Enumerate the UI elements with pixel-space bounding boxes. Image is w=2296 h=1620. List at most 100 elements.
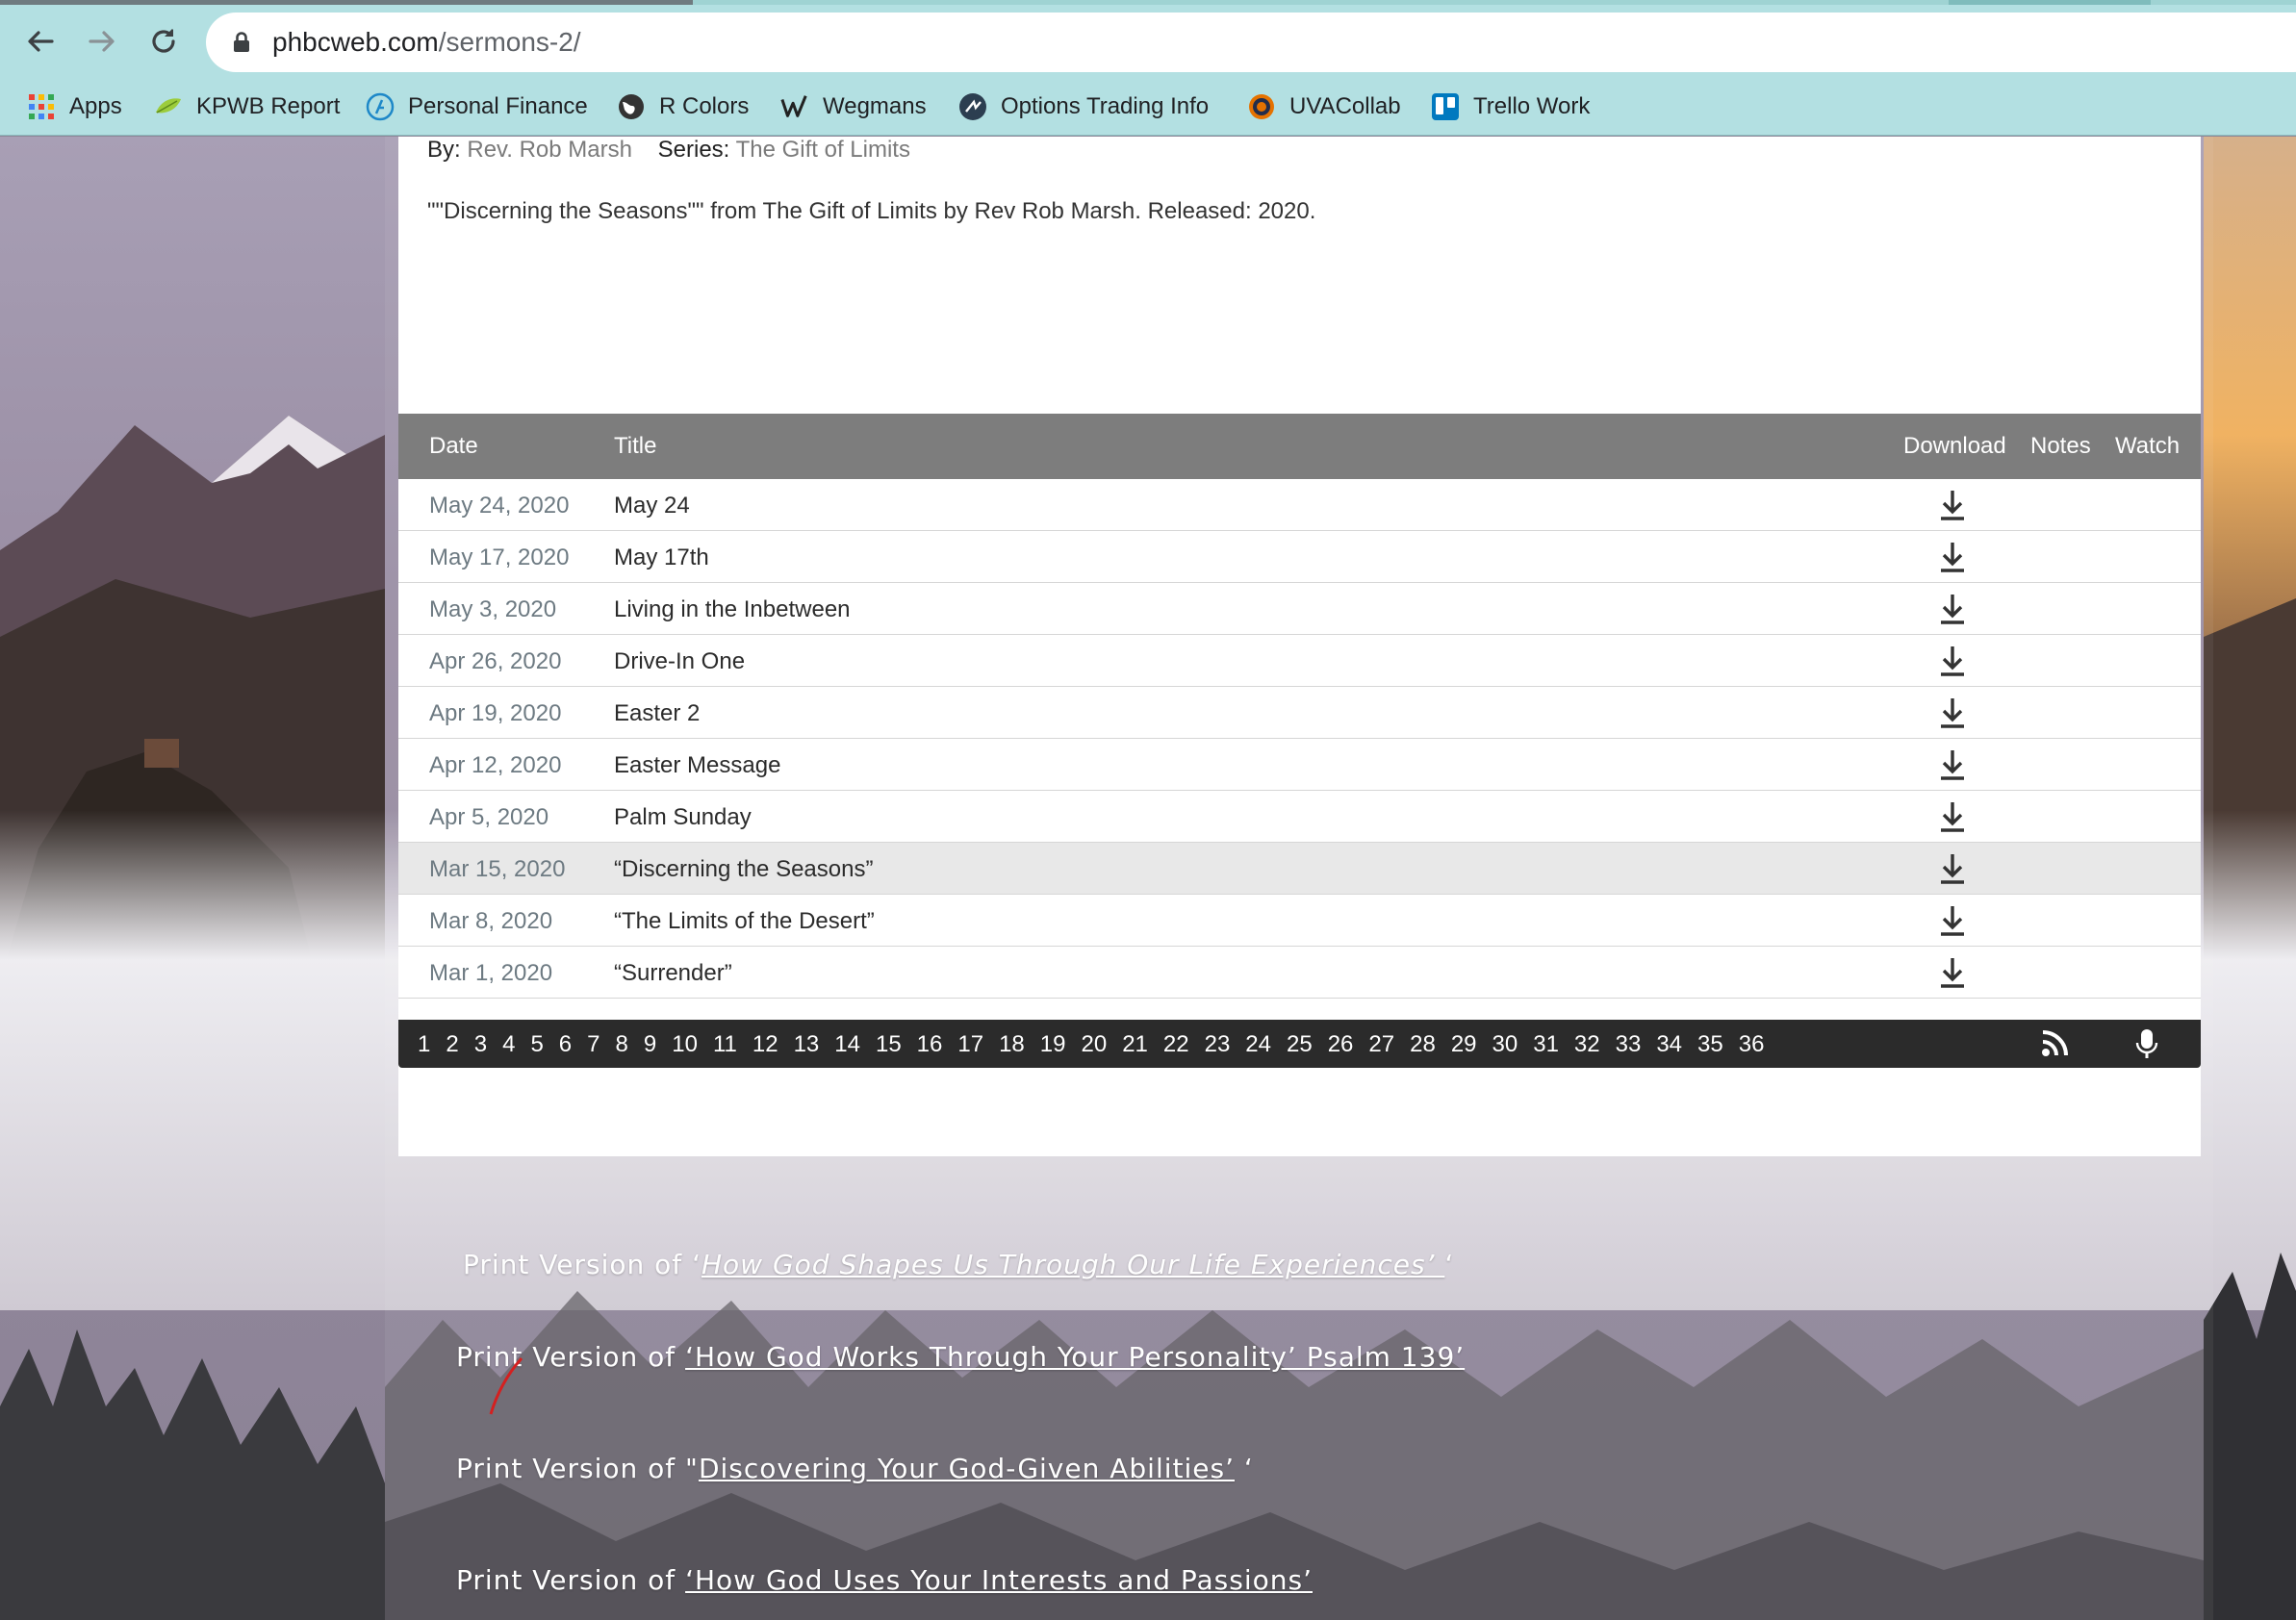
row-title[interactable]: “Surrender”: [614, 960, 732, 987]
sermon-author[interactable]: Rev. Rob Marsh: [467, 137, 632, 163]
print-version-link[interactable]: ‘How God Works Through Your Personality’…: [685, 1341, 1465, 1373]
page-link-21[interactable]: 21: [1122, 1031, 1148, 1058]
download-icon[interactable]: [1938, 696, 1967, 729]
table-row[interactable]: May 24, 2020 May 24: [398, 479, 2201, 531]
print-link-prefix: Print Version of: [463, 1249, 693, 1280]
download-icon[interactable]: [1938, 956, 1967, 989]
sermon-series[interactable]: The Gift of Limits: [736, 137, 910, 163]
table-row-highlighted[interactable]: Mar 15, 2020 “Discerning the Seasons”: [398, 843, 2201, 895]
page-viewport: By: Rev. Rob Marsh Series: The Gift of L…: [0, 137, 2296, 1620]
options-icon: [958, 92, 987, 121]
microphone-icon[interactable]: [2135, 1028, 2158, 1066]
table-row[interactable]: Apr 19, 2020 Easter 2: [398, 687, 2201, 739]
download-icon[interactable]: [1938, 593, 1967, 625]
page-link-27[interactable]: 27: [1368, 1031, 1394, 1058]
page-link-26[interactable]: 26: [1328, 1031, 1354, 1058]
page-link-25[interactable]: 25: [1287, 1031, 1313, 1058]
column-header-date[interactable]: Date: [429, 433, 478, 460]
row-title[interactable]: “The Limits of the Desert”: [614, 908, 875, 935]
table-row[interactable]: May 17, 2020 May 17th: [398, 531, 2201, 583]
row-title[interactable]: “Discerning the Seasons”: [614, 856, 873, 883]
address-bar[interactable]: phbcweb.com/sermons-2/: [206, 13, 2296, 72]
page-link-20[interactable]: 20: [1081, 1031, 1107, 1058]
bookmark-r-colors[interactable]: R Colors: [617, 78, 749, 136]
download-icon[interactable]: [1938, 645, 1967, 677]
page-link-5[interactable]: 5: [530, 1031, 543, 1058]
print-link-close-quote: ‘: [1444, 1249, 1455, 1280]
page-link-28[interactable]: 28: [1410, 1031, 1436, 1058]
print-link-3: Print Version of "Discovering Your God-G…: [456, 1453, 1254, 1484]
page-link-22[interactable]: 22: [1163, 1031, 1189, 1058]
page-link-33[interactable]: 33: [1616, 1031, 1642, 1058]
table-row[interactable]: Mar 8, 2020 “The Limits of the Desert”: [398, 895, 2201, 947]
page-link-12[interactable]: 12: [753, 1031, 778, 1058]
row-title[interactable]: May 24: [614, 493, 690, 519]
page-link-8[interactable]: 8: [616, 1031, 628, 1058]
back-arrow-icon[interactable]: [17, 18, 64, 64]
download-icon[interactable]: [1938, 489, 1967, 521]
red-pen-annotation: [489, 1357, 523, 1415]
reload-icon[interactable]: [140, 18, 187, 64]
page-link-34[interactable]: 34: [1656, 1031, 1682, 1058]
download-icon[interactable]: [1938, 852, 1967, 885]
page-link-6[interactable]: 6: [559, 1031, 572, 1058]
page-link-10[interactable]: 10: [672, 1031, 698, 1058]
page-link-11[interactable]: 11: [713, 1031, 737, 1058]
download-icon[interactable]: [1938, 748, 1967, 781]
rss-icon[interactable]: [2040, 1029, 2073, 1063]
page-link-36[interactable]: 36: [1739, 1031, 1765, 1058]
row-title[interactable]: Palm Sunday: [614, 804, 752, 831]
download-icon[interactable]: [1938, 904, 1967, 937]
page-link-29[interactable]: 29: [1451, 1031, 1477, 1058]
page-link-31[interactable]: 31: [1533, 1031, 1559, 1058]
column-header-title[interactable]: Title: [614, 433, 656, 460]
page-link-18[interactable]: 18: [999, 1031, 1025, 1058]
row-title[interactable]: May 17th: [614, 544, 709, 571]
row-title[interactable]: Easter 2: [614, 700, 700, 727]
page-link-7[interactable]: 7: [587, 1031, 600, 1058]
bookmark-apps[interactable]: Apps: [27, 78, 122, 136]
url-text[interactable]: phbcweb.com/sermons-2/: [272, 27, 581, 58]
series-label: Series:: [657, 137, 730, 163]
page-link-3[interactable]: 3: [474, 1031, 487, 1058]
page-link-15[interactable]: 15: [876, 1031, 902, 1058]
forward-arrow-icon[interactable]: [79, 18, 125, 64]
page-link-17[interactable]: 17: [957, 1031, 983, 1058]
bookmark-personal-finance[interactable]: Personal Finance: [366, 78, 588, 136]
table-row[interactable]: Apr 26, 2020 Drive-In One: [398, 635, 2201, 687]
page-link-32[interactable]: 32: [1574, 1031, 1600, 1058]
page-link-2[interactable]: 2: [446, 1031, 458, 1058]
page-link-24[interactable]: 24: [1245, 1031, 1271, 1058]
bookmark-wegmans[interactable]: Wegmans: [780, 78, 927, 136]
print-version-link[interactable]: How God Shapes Us Through Our Life Exper…: [702, 1249, 1444, 1280]
page-link-16[interactable]: 16: [917, 1031, 943, 1058]
table-row[interactable]: Mar 1, 2020 “Surrender”: [398, 947, 2201, 999]
bookmark-uvacollab[interactable]: UVACollab: [1247, 78, 1401, 136]
row-title[interactable]: Easter Message: [614, 752, 780, 779]
page-link-14[interactable]: 14: [834, 1031, 860, 1058]
table-row[interactable]: Apr 12, 2020 Easter Message: [398, 739, 2201, 791]
page-link-4[interactable]: 4: [502, 1031, 515, 1058]
lock-icon[interactable]: [233, 32, 250, 58]
print-link-prefix: Print Version of: [456, 1564, 686, 1596]
page-link-1[interactable]: 1: [418, 1031, 430, 1058]
print-version-link[interactable]: ‘How God Uses Your Interests and Passion…: [685, 1564, 1313, 1596]
page-link-35[interactable]: 35: [1697, 1031, 1723, 1058]
table-row[interactable]: Apr 5, 2020 Palm Sunday: [398, 791, 2201, 843]
bookmark-kpwb-report[interactable]: KPWB Report: [154, 78, 340, 136]
page-link-19[interactable]: 19: [1040, 1031, 1066, 1058]
column-header-watch: Watch: [2115, 433, 2181, 459]
page-link-13[interactable]: 13: [794, 1031, 820, 1058]
bookmark-trello-work[interactable]: Trello Work: [1431, 78, 1590, 136]
uva-icon: [1247, 92, 1276, 121]
table-row[interactable]: May 3, 2020 Living in the Inbetween: [398, 583, 2201, 635]
page-link-30[interactable]: 30: [1492, 1031, 1518, 1058]
print-version-link[interactable]: Discovering Your God-Given Abilities’: [699, 1453, 1235, 1484]
download-icon[interactable]: [1938, 800, 1967, 833]
row-title[interactable]: Living in the Inbetween: [614, 596, 851, 623]
page-link-9[interactable]: 9: [644, 1031, 656, 1058]
row-title[interactable]: Drive-In One: [614, 648, 745, 675]
bookmark-options-trading-info[interactable]: Options Trading Info: [958, 78, 1209, 136]
page-link-23[interactable]: 23: [1205, 1031, 1231, 1058]
download-icon[interactable]: [1938, 541, 1967, 573]
